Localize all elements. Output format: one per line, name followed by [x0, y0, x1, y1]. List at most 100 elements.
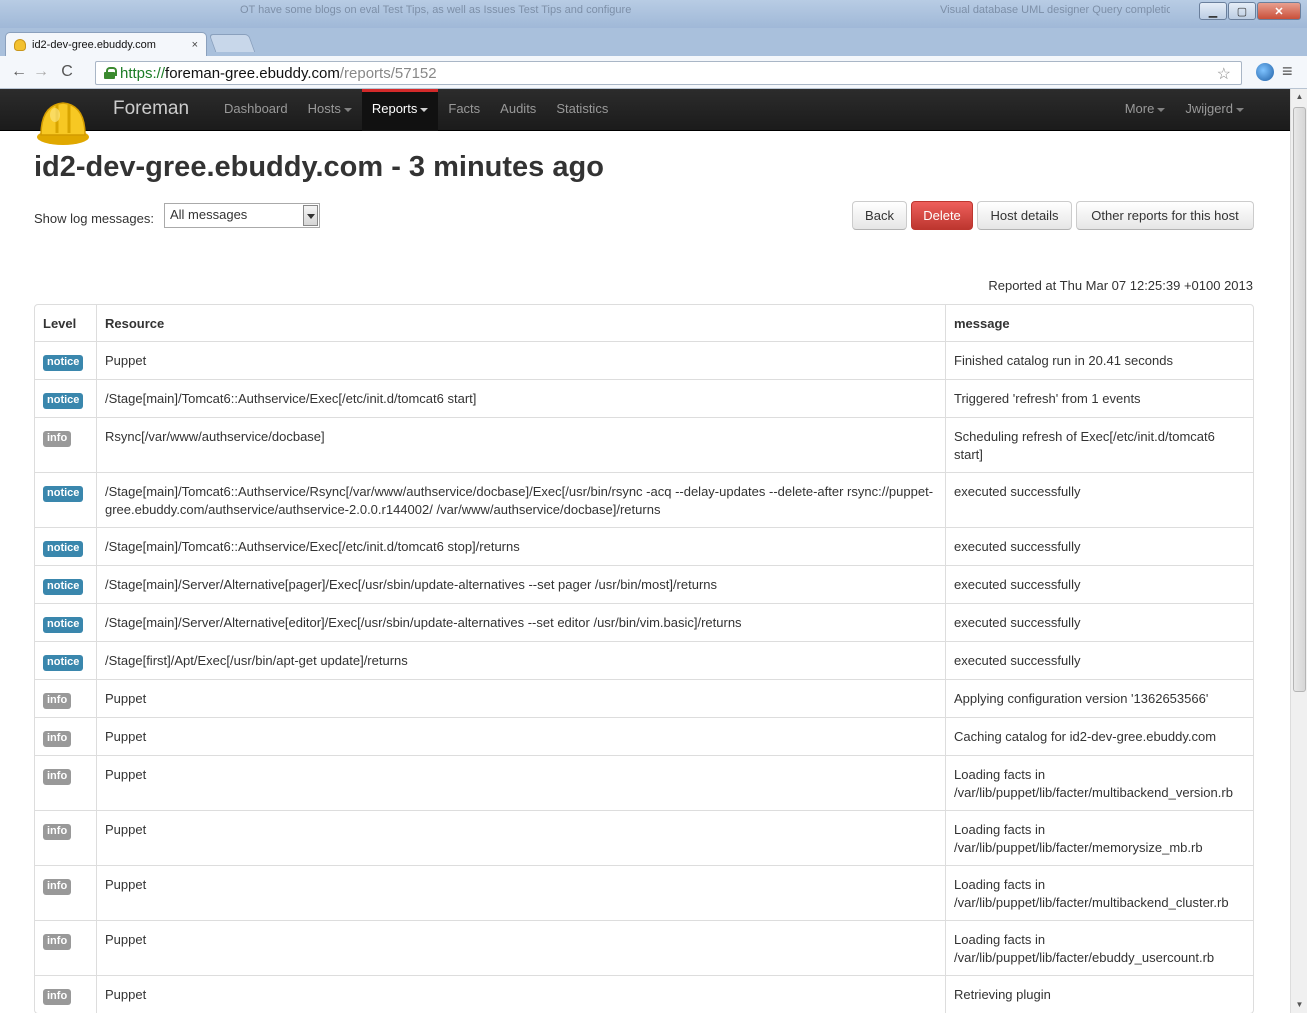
delete-button[interactable]: Delete [911, 201, 973, 230]
new-tab-button[interactable] [208, 34, 256, 52]
column-header-message: message [945, 305, 1253, 342]
window-controls: ▁ ▢ ✕ [1199, 2, 1301, 20]
top-navbar: Foreman Dashboard Hosts Reports Facts Au… [0, 89, 1290, 145]
extension-globe-icon[interactable] [1256, 63, 1274, 81]
resource-cell: /Stage[main]/Server/Alternative[pager]/E… [96, 565, 945, 603]
browser-tab-strip: id2-dev-gree.ebuddy.com × [0, 28, 1307, 56]
nav-hosts[interactable]: Hosts [298, 89, 362, 131]
level-badge: notice [43, 393, 84, 409]
log-level-select[interactable]: All messages [164, 203, 320, 228]
brand-name[interactable]: Foreman [113, 98, 189, 120]
message-cell: executed successfully [945, 603, 1253, 641]
level-badge: info [43, 934, 72, 950]
level-cell: notice [35, 342, 96, 379]
back-arrow-icon[interactable]: ← [8, 63, 30, 81]
nav-audits[interactable]: Audits [490, 89, 546, 131]
reported-at: Reported at Thu Mar 07 12:25:39 +0100 20… [988, 278, 1253, 293]
level-cell: info [35, 975, 96, 1013]
level-badge: notice [43, 355, 84, 371]
background-window-text: OT have some blogs on eval Test Tips, as… [240, 4, 632, 16]
message-cell: Caching catalog for id2-dev-gree.ebuddy.… [945, 717, 1253, 755]
address-bar[interactable]: https://foreman-gree.ebuddy.com/reports/… [95, 61, 1242, 85]
level-badge: notice [43, 655, 84, 671]
table-row: info Puppet Retrieving plugin [35, 975, 1253, 1013]
foreman-helmet-logo-icon [37, 102, 89, 145]
level-cell: notice [35, 565, 96, 603]
message-cell: Retrieving plugin [945, 975, 1253, 1013]
report-log-table: Level Resource message notice Puppet Finis… [34, 304, 1254, 1013]
table-row: info Puppet Loading facts in /var/lib/pupp… [35, 755, 1253, 810]
level-cell: notice [35, 603, 96, 641]
log-filter-label: Show log messages: [34, 211, 154, 226]
level-badge: notice [43, 486, 84, 502]
level-cell: notice [35, 472, 96, 527]
tab-close-icon[interactable]: × [192, 39, 198, 51]
close-window-button[interactable]: ✕ [1257, 2, 1301, 20]
minimize-button[interactable]: ▁ [1199, 2, 1227, 20]
page-scrollbar[interactable]: ▲ ▼ [1290, 89, 1307, 1013]
message-cell: Finished catalog run in 20.41 seconds [945, 342, 1253, 379]
nav-statistics[interactable]: Statistics [546, 89, 618, 131]
other-reports-button[interactable]: Other reports for this host [1076, 201, 1254, 230]
level-cell: info [35, 679, 96, 717]
nav-user-label: Jwijgerd [1185, 101, 1233, 116]
select-arrow-icon[interactable] [303, 205, 318, 226]
message-cell: Applying configuration version '13626535… [945, 679, 1253, 717]
message-cell: Triggered 'refresh' from 1 events [945, 379, 1253, 417]
browser-toolbar: ← → C https://foreman-gree.ebuddy.com/re… [0, 56, 1307, 89]
nav-reports[interactable]: Reports [361, 89, 439, 131]
table-row: info Puppet Applying configuration version… [35, 679, 1253, 717]
resource-cell: Rsync[/var/www/authservice/docbase] [96, 417, 945, 472]
table-row: notice/Stage[main]/Server/Alternative[ed… [35, 603, 1253, 641]
resource-cell: /Stage[main]/Tomcat6::Authservice/Rsync[… [96, 472, 945, 527]
url-scheme: https:// [120, 64, 166, 82]
reload-icon[interactable]: C [56, 63, 78, 81]
nav-audits-label: Audits [500, 101, 537, 116]
nav-right: More Jwijgerd [1115, 89, 1254, 131]
nav-user-menu[interactable]: Jwijgerd [1175, 89, 1254, 131]
message-cell: Loading facts in /var/lib/puppet/lib/fac… [945, 810, 1253, 865]
level-cell: info [35, 417, 96, 472]
scroll-thumb[interactable] [1293, 107, 1306, 692]
nav-facts[interactable]: Facts [438, 89, 490, 131]
nav-facts-label: Facts [448, 101, 481, 116]
caret-down-icon [420, 107, 429, 112]
level-badge: info [43, 989, 72, 1005]
bookmark-star-icon[interactable]: ☆ [1217, 64, 1231, 84]
table-row: notice/Stage[main]/Tomcat6::Authservice/… [35, 527, 1253, 565]
browser-tab[interactable]: id2-dev-gree.ebuddy.com × [5, 32, 207, 56]
message-cell: executed successfully [945, 527, 1253, 565]
maximize-button[interactable]: ▢ [1228, 2, 1256, 20]
message-cell: Loading facts in /var/lib/puppet/lib/fac… [945, 865, 1253, 920]
host-details-button[interactable]: Host details [977, 201, 1072, 230]
nav-more[interactable]: More [1115, 89, 1176, 131]
page-title: id2-dev-gree.ebuddy.com - 3 minutes ago [34, 151, 604, 183]
scroll-down-arrow-icon[interactable]: ▼ [1291, 997, 1307, 1013]
resource-cell: Puppet [96, 920, 945, 975]
level-badge: notice [43, 579, 84, 595]
url-host: foreman-gree.ebuddy.com [165, 64, 340, 82]
forward-arrow-icon[interactable]: → [30, 63, 52, 81]
nav-hosts-label: Hosts [307, 101, 341, 116]
resource-cell: Puppet [96, 865, 945, 920]
browser-menu-icon[interactable]: ≡ [1282, 61, 1293, 82]
nav-dashboard-label: Dashboard [224, 101, 288, 116]
message-cell: Scheduling refresh of Exec[/etc/init.d/t… [945, 417, 1253, 472]
scroll-up-arrow-icon[interactable]: ▲ [1291, 89, 1307, 105]
message-cell: Loading facts in /var/lib/puppet/lib/fac… [945, 755, 1253, 810]
level-cell: notice [35, 527, 96, 565]
resource-cell: Puppet [96, 755, 945, 810]
resource-cell: /Stage[main]/Tomcat6::Authservice/Exec[/… [96, 379, 945, 417]
level-badge: notice [43, 541, 84, 557]
table-row: notice/Stage[main]/Server/Alternative[pa… [35, 565, 1253, 603]
nav-dashboard[interactable]: Dashboard [214, 89, 298, 131]
caret-down-icon [1236, 107, 1244, 112]
level-cell: notice [35, 641, 96, 679]
log-level-select-value: All messages [170, 207, 248, 222]
level-cell: info [35, 865, 96, 920]
level-badge: info [43, 769, 72, 785]
url-path: /reports/57152 [339, 64, 437, 82]
resource-cell: /Stage[first]/Apt/Exec[/usr/bin/apt-get … [96, 641, 945, 679]
back-button[interactable]: Back [852, 201, 907, 230]
level-cell: notice [35, 379, 96, 417]
